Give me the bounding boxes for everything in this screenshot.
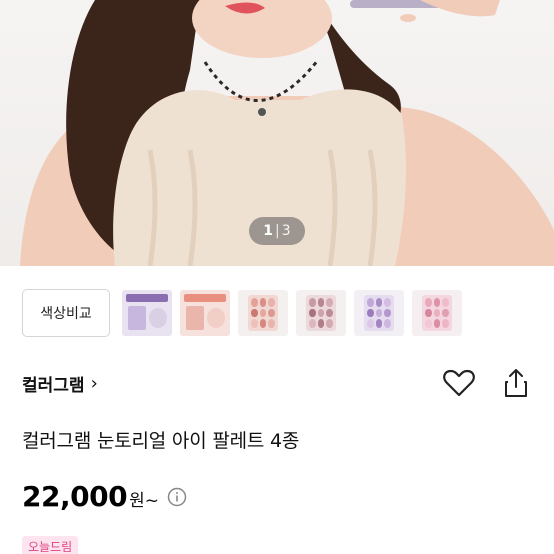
today-delivery-badge: 오늘드림	[22, 536, 79, 554]
price-suffix: 원~	[129, 491, 159, 511]
heart-icon[interactable]	[442, 367, 476, 399]
thumbnail-2[interactable]	[180, 290, 230, 336]
info-icon[interactable]	[167, 487, 187, 507]
thumbnail-3[interactable]	[238, 290, 288, 336]
thumbnail-4[interactable]	[296, 290, 346, 336]
color-compare-button[interactable]: 색상비교	[22, 289, 110, 337]
pager-current: 1	[263, 223, 274, 239]
price-row: 22,000 원~	[22, 480, 187, 513]
gallery-pager: 1 | 3	[249, 217, 305, 245]
price-value: 22,000	[22, 480, 128, 513]
thumbnail-6[interactable]	[412, 290, 462, 336]
product-hero-image[interactable]: 1 | 3	[0, 0, 554, 266]
thumbnail-5[interactable]	[354, 290, 404, 336]
chevron-right-icon: ›	[90, 372, 98, 394]
brand-row: 컬러그램 ›	[22, 365, 532, 401]
brand-link[interactable]: 컬러그램 ›	[22, 371, 98, 396]
thumbnail-1[interactable]	[122, 290, 172, 336]
pager-total: 3	[281, 223, 291, 239]
thumbnail-strip: 색상비교	[22, 288, 554, 338]
product-title: 컬러그램 눈토리얼 아이 팔레트 4종	[22, 430, 300, 452]
pager-separator: |	[275, 223, 280, 239]
share-icon[interactable]	[502, 367, 530, 399]
brand-name: 컬러그램	[22, 375, 85, 396]
